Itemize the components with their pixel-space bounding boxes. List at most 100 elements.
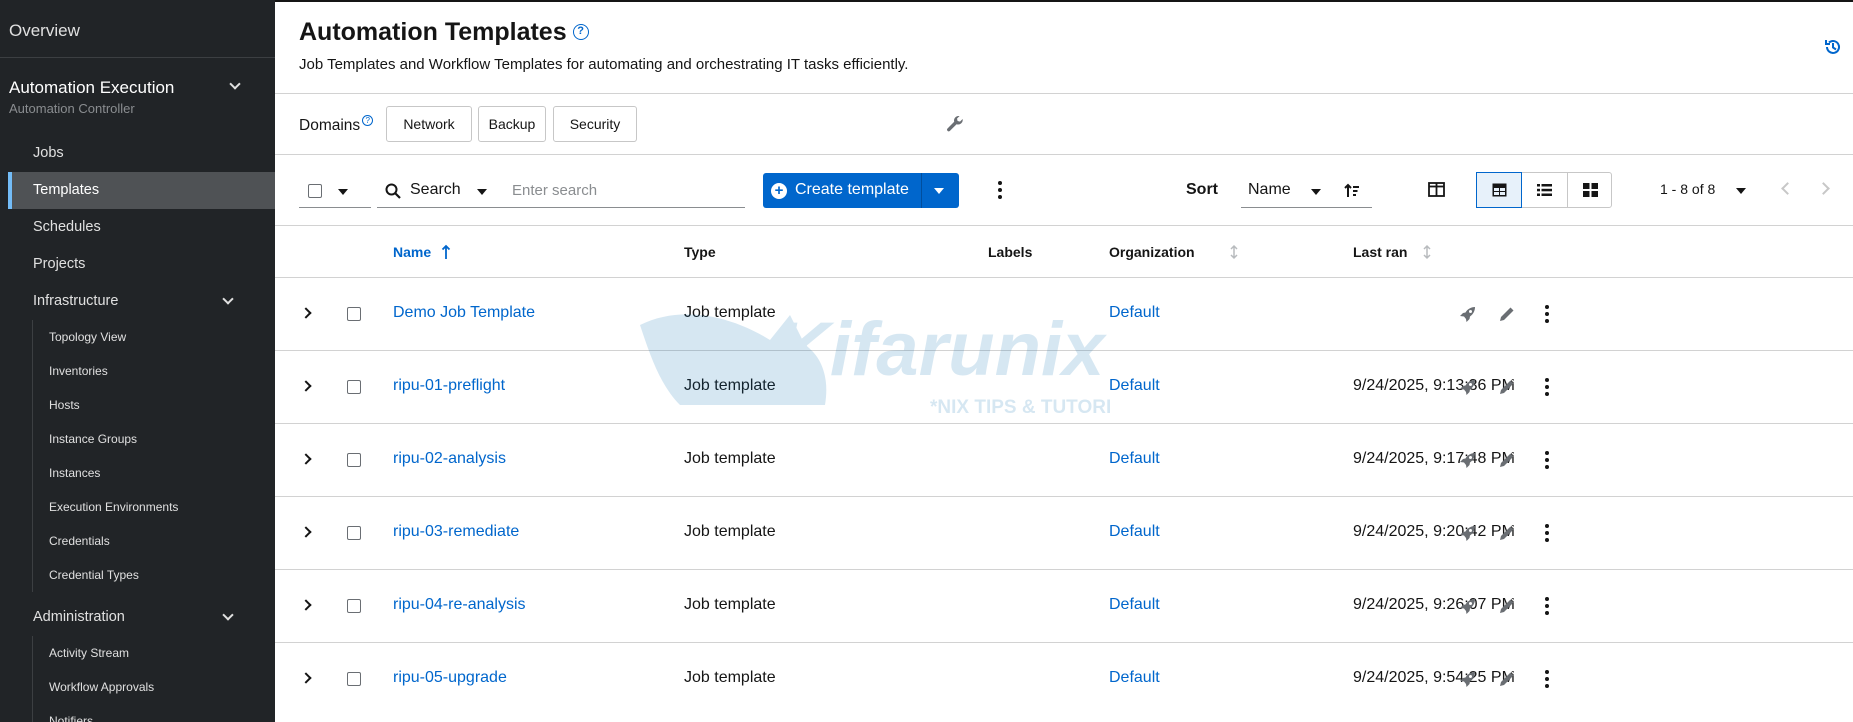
- row-kebab-icon[interactable]: [1545, 597, 1549, 615]
- sort-icon[interactable]: [1229, 244, 1239, 260]
- caret-down-icon[interactable]: [1736, 188, 1746, 194]
- search-input[interactable]: [500, 174, 745, 208]
- row-kebab-icon[interactable]: [1545, 451, 1549, 469]
- table-view-button[interactable]: [1476, 172, 1522, 208]
- rocket-launch-icon[interactable]: [1458, 669, 1478, 689]
- pencil-edit-icon[interactable]: [1497, 304, 1517, 324]
- organization-link[interactable]: Default: [1109, 304, 1160, 322]
- sidebar-item-topology-view[interactable]: Topology View: [32, 320, 275, 354]
- list-view-button[interactable]: [1522, 173, 1567, 207]
- sort-icon[interactable]: [1422, 244, 1432, 260]
- pencil-edit-icon[interactable]: [1497, 596, 1517, 616]
- sidebar-section-automation-execution[interactable]: Automation Execution: [9, 78, 174, 98]
- pencil-edit-icon[interactable]: [1497, 669, 1517, 689]
- list-icon: [1537, 184, 1552, 196]
- template-type: Job template: [684, 304, 776, 321]
- bulk-select[interactable]: [299, 174, 371, 208]
- header-divider: [275, 93, 1853, 94]
- row-checkbox[interactable]: [347, 453, 361, 467]
- create-template-button[interactable]: + Create template: [763, 173, 959, 208]
- domain-chip-backup[interactable]: Backup: [478, 106, 546, 142]
- organization-link[interactable]: Default: [1109, 377, 1160, 395]
- sidebar-item-instance-groups[interactable]: Instance Groups: [32, 422, 275, 456]
- toolbar-kebab-icon[interactable]: [998, 181, 1002, 199]
- template-name-link[interactable]: ripu-05-upgrade: [393, 669, 507, 687]
- sidebar-item-workflow-approvals[interactable]: Workflow Approvals: [32, 670, 275, 704]
- rocket-launch-icon[interactable]: [1458, 596, 1478, 616]
- pencil-edit-icon[interactable]: [1497, 377, 1517, 397]
- sidebar-item-credentials[interactable]: Credentials: [32, 524, 275, 558]
- sidebar-item-execution-environments[interactable]: Execution Environments: [32, 490, 275, 524]
- last-ran: 9/24/2025, 9:13:36 PM: [1353, 377, 1515, 394]
- row-checkbox[interactable]: [347, 380, 361, 394]
- wrench-icon[interactable]: [945, 114, 965, 134]
- sort-amount-icon[interactable]: [1344, 183, 1360, 199]
- organization-link[interactable]: Default: [1109, 596, 1160, 614]
- sidebar-item-activity-stream[interactable]: Activity Stream: [32, 636, 275, 670]
- chevron-down-icon[interactable]: [229, 78, 241, 90]
- row-kebab-icon[interactable]: [1545, 670, 1549, 688]
- caret-down-icon[interactable]: [338, 189, 348, 195]
- template-type: Job template: [684, 523, 776, 540]
- column-header-organization[interactable]: Organization: [1109, 244, 1195, 260]
- expand-row-icon[interactable]: [300, 380, 312, 392]
- sidebar-item-credential-types[interactable]: Credential Types: [32, 558, 275, 592]
- expand-row-icon[interactable]: [300, 453, 312, 465]
- help-icon[interactable]: ?: [572, 24, 589, 40]
- row-kebab-icon[interactable]: [1545, 524, 1549, 542]
- template-name-link[interactable]: ripu-03-remediate: [393, 523, 519, 541]
- sort-ascending-icon[interactable]: [441, 244, 451, 260]
- row-kebab-icon[interactable]: [1545, 378, 1549, 396]
- rocket-launch-icon[interactable]: [1458, 523, 1478, 543]
- rocket-launch-icon[interactable]: [1458, 377, 1478, 397]
- column-header-name[interactable]: Name: [393, 244, 431, 260]
- template-name-link[interactable]: ripu-01-preflight: [393, 377, 505, 395]
- sidebar-item-administration[interactable]: Administration: [8, 599, 275, 636]
- row-checkbox[interactable]: [347, 307, 361, 321]
- column-header-last-ran[interactable]: Last ran: [1353, 244, 1407, 260]
- sidebar-item-projects[interactable]: Projects: [8, 246, 275, 283]
- template-name-link[interactable]: Demo Job Template: [393, 304, 535, 322]
- sidebar-item-notifiers[interactable]: Notifiers: [32, 704, 275, 722]
- help-icon[interactable]: ?: [362, 115, 374, 126]
- sidebar-item-templates[interactable]: Templates: [8, 172, 275, 209]
- history-icon[interactable]: [1823, 37, 1843, 57]
- sort-dropdown[interactable]: Name: [1241, 174, 1372, 208]
- organization-link[interactable]: Default: [1109, 669, 1160, 687]
- select-all-checkbox[interactable]: [308, 184, 322, 198]
- sidebar-item-hosts[interactable]: Hosts: [32, 388, 275, 422]
- row-checkbox[interactable]: [347, 599, 361, 613]
- pencil-edit-icon[interactable]: [1497, 450, 1517, 470]
- sidebar-item-inventories[interactable]: Inventories: [32, 354, 275, 388]
- sort-label: Sort: [1186, 181, 1218, 198]
- template-name-link[interactable]: ripu-02-analysis: [393, 450, 506, 468]
- sidebar-item-instances[interactable]: Instances: [32, 456, 275, 490]
- organization-link[interactable]: Default: [1109, 450, 1160, 468]
- row-checkbox[interactable]: [347, 526, 361, 540]
- search-attribute-dropdown[interactable]: Search: [377, 174, 500, 208]
- pencil-edit-icon[interactable]: [1497, 523, 1517, 543]
- domain-chip-network[interactable]: Network: [386, 106, 472, 142]
- template-name-link[interactable]: ripu-04-re-analysis: [393, 596, 526, 614]
- expand-row-icon[interactable]: [300, 307, 312, 319]
- sidebar-item-infrastructure[interactable]: Infrastructure: [8, 283, 275, 320]
- organization-link[interactable]: Default: [1109, 523, 1160, 541]
- rocket-launch-icon[interactable]: [1458, 304, 1478, 324]
- card-view-button[interactable]: [1567, 173, 1612, 207]
- table-row: ripu-03-remediate Job template Default 9…: [275, 496, 1853, 569]
- manage-columns-icon[interactable]: [1428, 181, 1445, 198]
- sidebar-item-overview[interactable]: Overview: [9, 21, 80, 41]
- row-checkbox[interactable]: [347, 672, 361, 686]
- row-kebab-icon[interactable]: [1545, 305, 1549, 323]
- expand-row-icon[interactable]: [300, 599, 312, 611]
- expand-row-icon[interactable]: [300, 672, 312, 684]
- domain-chip-security[interactable]: Security: [553, 106, 637, 142]
- previous-page-icon[interactable]: [1781, 182, 1794, 195]
- pagination-count[interactable]: 1 - 8 of 8: [1660, 181, 1715, 197]
- sidebar-item-jobs[interactable]: Jobs: [8, 135, 275, 172]
- rocket-launch-icon[interactable]: [1458, 450, 1478, 470]
- caret-down-icon[interactable]: [934, 188, 944, 194]
- next-page-icon[interactable]: [1817, 182, 1830, 195]
- expand-row-icon[interactable]: [300, 526, 312, 538]
- sidebar-item-schedules[interactable]: Schedules: [8, 209, 275, 246]
